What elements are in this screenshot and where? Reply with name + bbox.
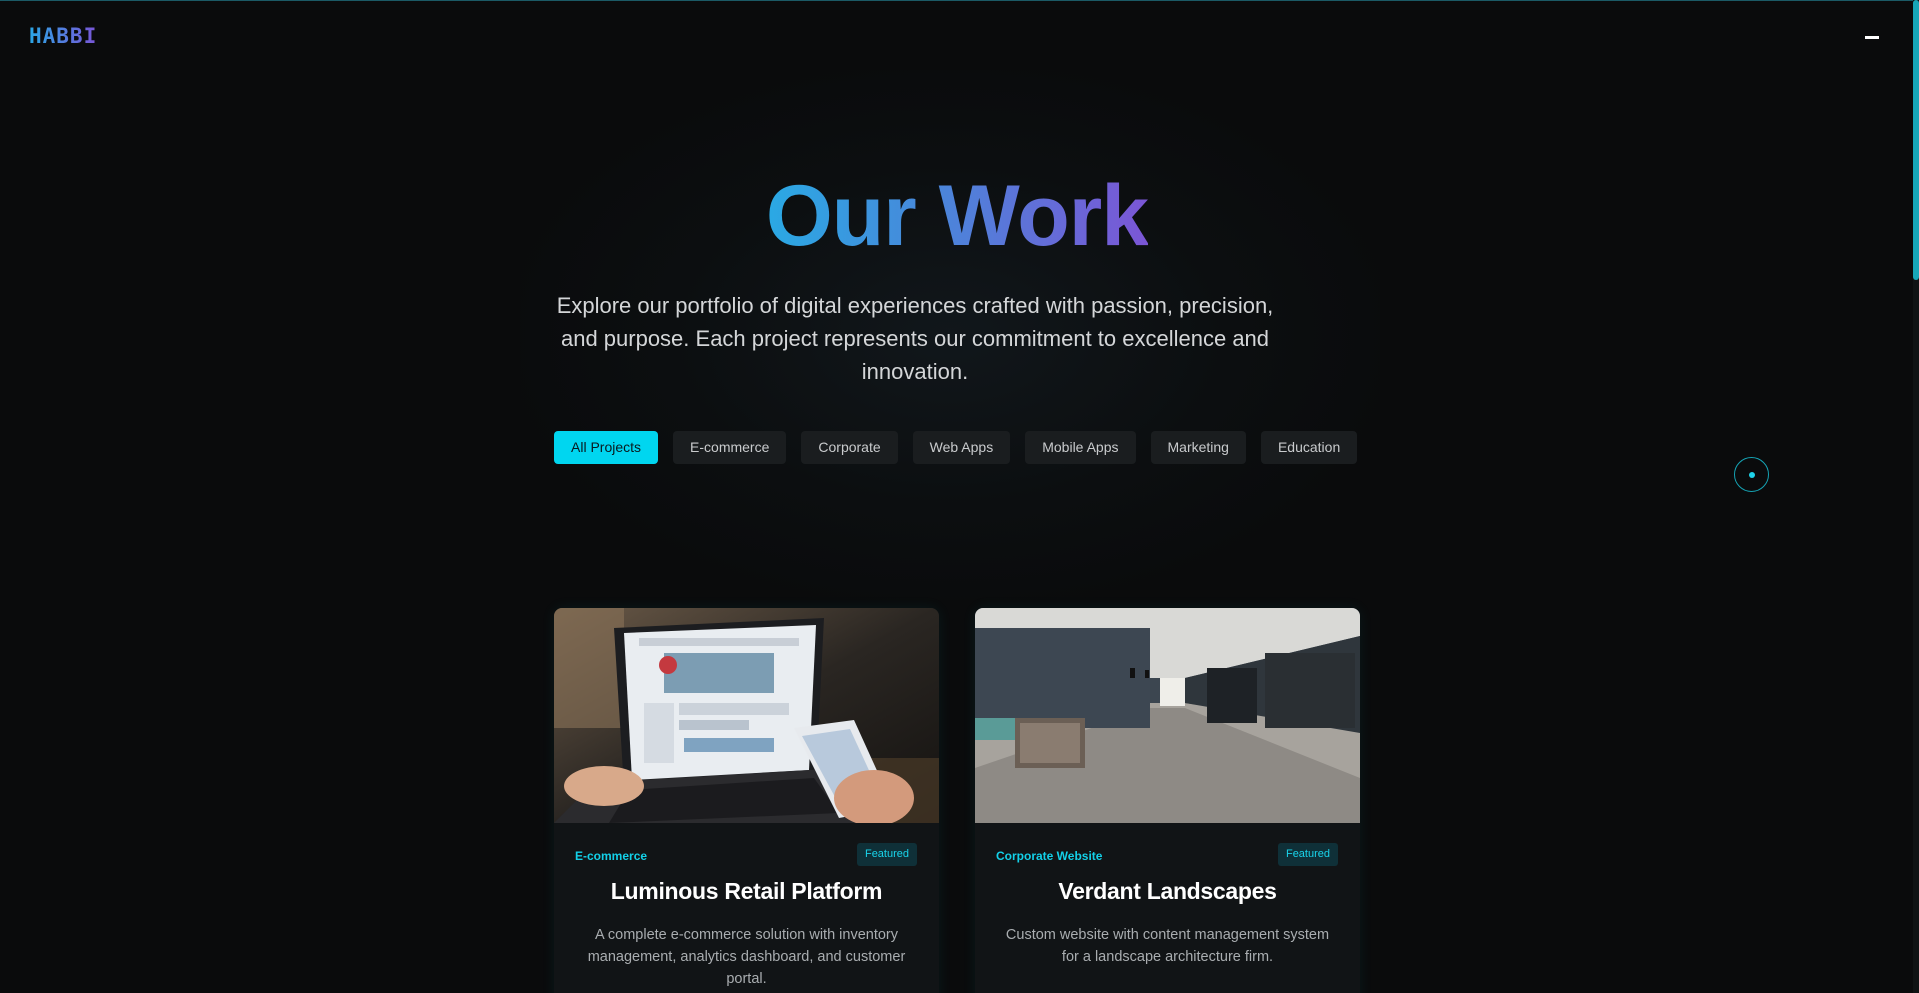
- featured-badge: Featured: [1277, 843, 1338, 866]
- cursor-dot-icon: [1749, 472, 1755, 478]
- filter-mobile-apps[interactable]: Mobile Apps: [1025, 431, 1136, 464]
- project-image-office-hallway: [975, 608, 1360, 823]
- filter-education[interactable]: Education: [1260, 431, 1358, 464]
- brand-logo[interactable]: HABBI: [29, 24, 97, 48]
- project-title[interactable]: Luminous Retail Platform: [554, 878, 939, 905]
- top-border: [0, 0, 1919, 1]
- page-subtitle: Explore our portfolio of digital experie…: [556, 293, 1274, 384]
- scrollbar-thumb[interactable]: [1913, 0, 1919, 280]
- filter-all-projects[interactable]: All Projects: [554, 431, 659, 464]
- filter-corporate[interactable]: Corporate: [801, 431, 898, 464]
- project-image-laptop-phone: [554, 608, 939, 823]
- project-card[interactable]: E-commerce Featured Luminous Retail Plat…: [554, 608, 939, 993]
- filter-marketing[interactable]: Marketing: [1150, 431, 1246, 464]
- menu-icon: [1865, 36, 1879, 39]
- page-title-text: Our Work: [765, 168, 1149, 264]
- project-title[interactable]: Verdant Landscapes: [975, 878, 1360, 905]
- project-category: Corporate Website: [996, 849, 1103, 863]
- project-description: A complete e-commerce solution with inve…: [587, 927, 906, 987]
- project-card[interactable]: Corporate Website Featured Verdant Lands…: [975, 608, 1360, 993]
- filter-bar: All Projects E-commerce Corporate Web Ap…: [554, 431, 1358, 464]
- featured-badge: Featured: [856, 843, 917, 866]
- project-description: Custom website with content management s…: [1005, 927, 1330, 965]
- filter-e-commerce[interactable]: E-commerce: [673, 431, 787, 464]
- laptop-phone-photo: [554, 608, 939, 823]
- menu-button[interactable]: [1858, 26, 1884, 48]
- filter-web-apps[interactable]: Web Apps: [912, 431, 1011, 464]
- project-category: E-commerce: [575, 849, 648, 863]
- page-title: Our Work: [0, 167, 1914, 266]
- custom-cursor: [1734, 457, 1769, 492]
- office-hallway-photo: [975, 608, 1360, 823]
